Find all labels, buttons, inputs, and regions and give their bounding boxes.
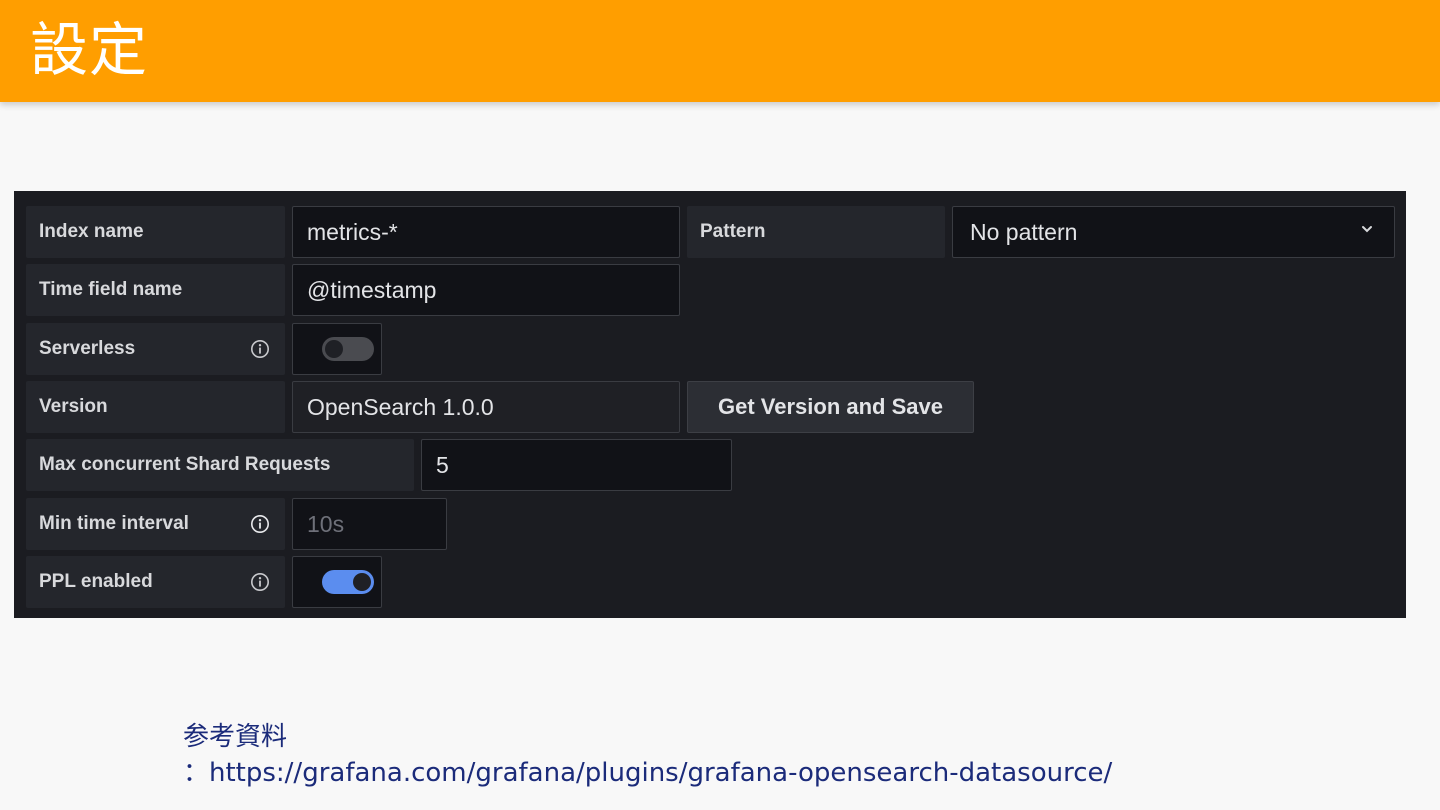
- serverless-toggle[interactable]: [322, 337, 374, 361]
- ppl-enabled-label-row: PPL enabled: [26, 556, 285, 608]
- info-icon[interactable]: [250, 514, 270, 534]
- reference-link[interactable]: ：https://grafana.com/grafana/plugins/gra…: [183, 755, 1112, 791]
- reference-block: 参考資料 ：https://grafana.com/grafana/plugin…: [183, 719, 1112, 791]
- reference-title: 参考資料: [183, 722, 288, 752]
- index-name-label: Index name: [26, 206, 285, 258]
- info-icon[interactable]: [250, 572, 270, 592]
- get-version-and-save-button[interactable]: Get Version and Save: [687, 381, 974, 433]
- serverless-toggle-container: [292, 323, 382, 375]
- ppl-enabled-label: PPL enabled: [39, 571, 153, 592]
- settings-panel: Index name metrics-* Pattern No pattern …: [14, 191, 1406, 618]
- serverless-label: Serverless: [39, 338, 136, 359]
- max-shard-requests-label: Max concurrent Shard Requests: [26, 439, 414, 491]
- index-name-input[interactable]: metrics-*: [292, 206, 680, 258]
- pattern-label: Pattern: [687, 206, 945, 258]
- info-icon[interactable]: [250, 339, 270, 359]
- max-shard-requests-input[interactable]: 5: [421, 439, 732, 491]
- page-header: 設定: [0, 0, 1440, 102]
- serverless-label-row: Serverless: [26, 323, 285, 375]
- time-field-label: Time field name: [26, 264, 285, 316]
- version-label: Version: [26, 381, 285, 433]
- pattern-select[interactable]: No pattern: [952, 206, 1395, 258]
- min-time-interval-label-row: Min time interval: [26, 498, 285, 550]
- page-title: 設定: [30, 16, 149, 84]
- version-input[interactable]: OpenSearch 1.0.0: [292, 381, 680, 433]
- ppl-toggle[interactable]: [322, 570, 374, 594]
- min-time-interval-input[interactable]: 10s: [292, 498, 447, 550]
- ppl-toggle-container: [292, 556, 382, 608]
- min-time-interval-label: Min time interval: [39, 513, 189, 534]
- chevron-down-icon: [1362, 226, 1372, 233]
- pattern-select-value: No pattern: [970, 218, 1078, 245]
- toggle-knob: [325, 340, 343, 358]
- toggle-knob: [353, 573, 371, 591]
- time-field-input[interactable]: @timestamp: [292, 264, 680, 316]
